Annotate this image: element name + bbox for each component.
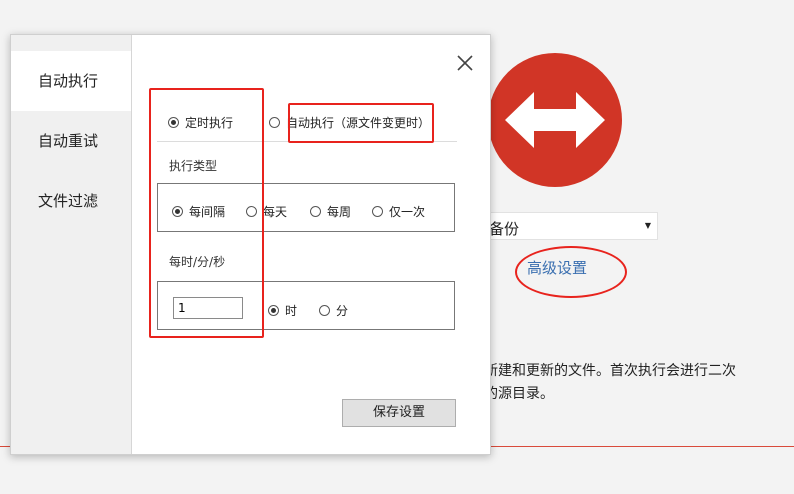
radio-dot xyxy=(268,305,279,316)
annotation-box-left xyxy=(149,88,264,338)
app-logo xyxy=(488,53,622,187)
radio-hour[interactable]: 时 xyxy=(268,302,297,319)
settings-dialog: 自动执行 自动重试 文件过滤 定时执行 自动执行（源文件变更时） 执行类型 每间… xyxy=(10,34,491,455)
description-line-1: 中新建和更新的文件。首次执行会进行二次 xyxy=(470,363,736,379)
radio-minute-label: 分 xyxy=(336,304,349,318)
radio-daily-label: 每天 xyxy=(263,205,288,219)
dropdown-arrow-icon: ▼ xyxy=(644,221,652,230)
radio-dot xyxy=(319,305,330,316)
radio-hour-label: 时 xyxy=(285,304,298,318)
select-value: 备份 xyxy=(489,220,520,238)
radio-weekly[interactable]: 每周 xyxy=(310,203,351,220)
save-settings-button[interactable]: 保存设置 xyxy=(342,399,456,427)
sidebar-item-auto-retry[interactable]: 自动重试 xyxy=(11,111,131,171)
radio-weekly-label: 每周 xyxy=(327,205,352,219)
radio-dot xyxy=(310,206,321,217)
radio-once-label: 仅一次 xyxy=(389,205,426,219)
radio-minute[interactable]: 分 xyxy=(319,302,348,319)
annotation-box-on-change xyxy=(288,103,434,143)
sidebar-item-auto-execute[interactable]: 自动执行 xyxy=(11,51,131,111)
radio-once[interactable]: 仅一次 xyxy=(372,203,425,220)
close-icon[interactable] xyxy=(454,52,476,74)
radio-dot xyxy=(372,206,383,217)
dialog-sidebar: 自动执行 自动重试 文件过滤 xyxy=(11,35,132,454)
double-arrow-icon xyxy=(505,92,605,148)
annotation-ellipse-advanced xyxy=(515,246,627,298)
radio-dot xyxy=(269,117,280,128)
sidebar-item-file-filter[interactable]: 文件过滤 xyxy=(11,171,131,231)
backup-type-select[interactable]: 备份 ▼ xyxy=(480,212,658,240)
